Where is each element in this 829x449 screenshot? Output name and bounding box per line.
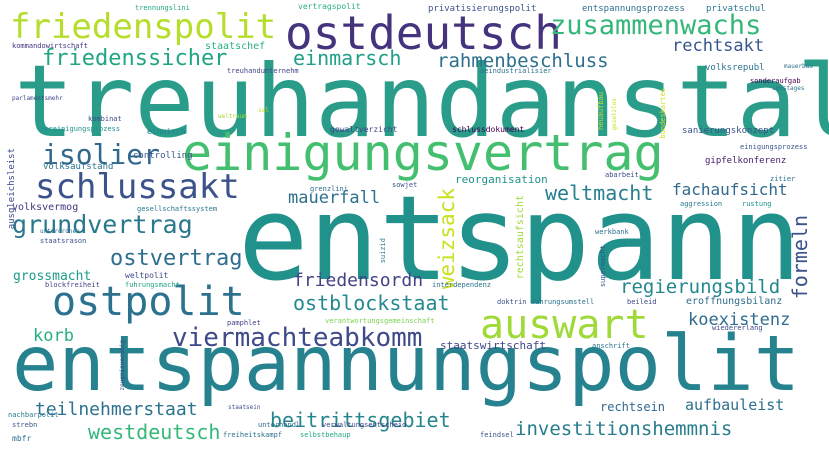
word-zusammenwachs: zusammenwachs xyxy=(550,10,762,41)
word-entspannungsprozess: entspannungsprozess xyxy=(582,4,685,14)
word-weltmacht: weltmacht xyxy=(545,181,654,205)
word-vereinigungsprozess: vereinigungsprozess xyxy=(40,125,121,133)
word-aggression: aggression xyxy=(680,200,723,208)
word-unterordnen: unterordnen xyxy=(40,228,80,235)
word-mbfr: mbfr xyxy=(12,434,32,443)
word-einmarsch: einmarsch xyxy=(293,46,402,70)
word-sanierungskonzept: sanierungskonzept xyxy=(682,126,775,136)
word-ostvertrag: ostvertrag xyxy=(110,246,243,271)
word-vertragspolit: vertragspolit xyxy=(298,2,361,11)
word-westdeutsch: westdeutsch xyxy=(88,420,221,444)
word-supermacht: supermacht xyxy=(599,245,607,288)
word-staatschef: staatschef xyxy=(205,41,266,52)
word-rechtsakt: rechtsakt xyxy=(672,36,765,56)
word-regierungsbild: regierungsbild xyxy=(620,276,781,298)
word-ausgleichsleist: ausgleichsleist xyxy=(7,148,17,230)
word-neuaufbau: neuaufbau xyxy=(597,92,605,130)
word-gipfelkonferenz: gipfelkonferenz xyxy=(705,156,787,166)
word-volksrepubl: volksrepubl xyxy=(705,63,765,73)
word-sowjet: sowjet xyxy=(392,181,418,189)
word-einigungsvertrag: einigungsvertrag xyxy=(182,124,664,182)
word-eroffnungsbilanz: eroffnungsbilanz xyxy=(686,296,783,307)
word-sonderaufgab: sonderaufgab xyxy=(750,77,801,85)
word-kombinat: kombinat xyxy=(88,115,122,123)
word-mauerbau: mauerbau xyxy=(784,63,813,70)
word-suizid: suizid xyxy=(379,238,387,264)
word-rechtsaufsicht: rechtsaufsicht xyxy=(515,195,526,280)
word-privatisierungspolit: privatisierungspolit xyxy=(428,4,537,14)
word-bundeskartei: bundeskartei xyxy=(659,88,667,139)
word-schlussdokument: schlussdokument xyxy=(452,125,525,134)
word-parlamentsmehr: parlamentsmehr xyxy=(12,95,63,102)
word-zitier: zitier xyxy=(770,175,796,183)
word-investitionshemmnis: investitionshemmnis xyxy=(515,418,733,440)
word-schlussakt: schlussakt xyxy=(35,167,240,207)
word-wahrungsumstell: wahrungsumstell xyxy=(531,298,595,306)
word-teilnehmerstaat: teilnehmerstaat xyxy=(35,399,198,420)
word-anschrift: anschrift xyxy=(592,342,630,350)
word-cloud: treuhandanstalt entspann entspannungspol… xyxy=(0,0,829,449)
word-reorganisation: reorganisation xyxy=(455,173,548,186)
word-treuhandunternehm: treuhandunternehm xyxy=(227,67,299,75)
word-pamphlet: pamphlet xyxy=(227,319,261,327)
word-weltpolit: weltpolit xyxy=(125,271,169,280)
word-verwaltungsentscheid: verwaltungsentscheid xyxy=(322,421,407,429)
word-gesetzlos: gesetzlos xyxy=(611,98,618,131)
word-selbstbehaup: selbstbehaup xyxy=(300,431,351,439)
word-deindustrialisier: deindustrialisier xyxy=(480,67,552,75)
word-fuhrungsmacht: fuhrungsmacht xyxy=(125,281,180,289)
word-grenzlini: grenzlini xyxy=(310,185,348,193)
word-doktrin: doktrin xyxy=(497,298,527,306)
word-blockfreiheit: blockfreiheit xyxy=(45,281,100,289)
word-interdependenz: interdependenz xyxy=(432,281,492,289)
word-werkbank: werkbank xyxy=(595,228,629,236)
word-staatsrason: staatsrason xyxy=(40,237,87,245)
word-gesellschaftssystem: gesellschaftssystem xyxy=(137,205,218,213)
word-beileid: beileid xyxy=(627,298,657,306)
word-einigungsprozess: einigungsprozess xyxy=(740,143,808,151)
word-gewaltverzicht: gewaltverzicht xyxy=(330,125,398,134)
word-feindsel: feindsel xyxy=(480,431,514,439)
word-rechtsein: rechtsein xyxy=(600,400,666,414)
word-wiedererlang: wiedererlang xyxy=(712,324,763,332)
word-freiheitskampf: freiheitskampf xyxy=(223,431,283,439)
word-zeugnisverweig: zeugnisverweig xyxy=(119,340,126,391)
word-strebn: strebn xyxy=(12,421,38,429)
word-friedenspolit: friedenspolit xyxy=(10,7,277,47)
word-aufbauleist: aufbauleist xyxy=(685,396,785,414)
word-volksvermog: volksvermog xyxy=(12,202,79,213)
word-friedenssicher: friedenssicher xyxy=(42,46,228,71)
word-privatschul: privatschul xyxy=(706,4,766,14)
word-sal: sal xyxy=(258,107,269,114)
word-verantwortungsgemeinschaft: verantwortungsgemeinschaft xyxy=(325,317,435,325)
word-staatswirtschaft: staatswirtschaft xyxy=(440,339,546,352)
word-formeln: formeln xyxy=(788,215,812,300)
word-viermachteabkomm: viermachteabkomm xyxy=(172,323,423,353)
word-abarbeit: abarbeit xyxy=(605,171,639,179)
word-unterhandl: unterhandl xyxy=(258,421,301,429)
word-nachbarpolit: nachbarpolit xyxy=(8,411,59,419)
word-staatsein: staatsein xyxy=(228,404,261,411)
word-einmisch: einmisch xyxy=(147,127,186,136)
word-trennungslini: trennungslini xyxy=(135,4,190,12)
word-controlling: controlling xyxy=(133,151,193,161)
word-fachaufsicht: fachaufsicht xyxy=(672,180,788,199)
word-friedensordn: friedensordn xyxy=(293,270,424,291)
word-volksaufstand: volksaufstand xyxy=(43,162,114,172)
word-weizsack: weizsack xyxy=(435,188,459,290)
word-ostblockstaat: ostblockstaat xyxy=(293,291,450,315)
word-kommandowirtschaft: kommandowirtschaft xyxy=(12,42,88,50)
word-weltraum: weltraum xyxy=(218,113,247,120)
word-korb: korb xyxy=(33,326,74,346)
word-rustung: rustung xyxy=(742,200,772,208)
word-sonstages: sonstages xyxy=(772,85,805,92)
